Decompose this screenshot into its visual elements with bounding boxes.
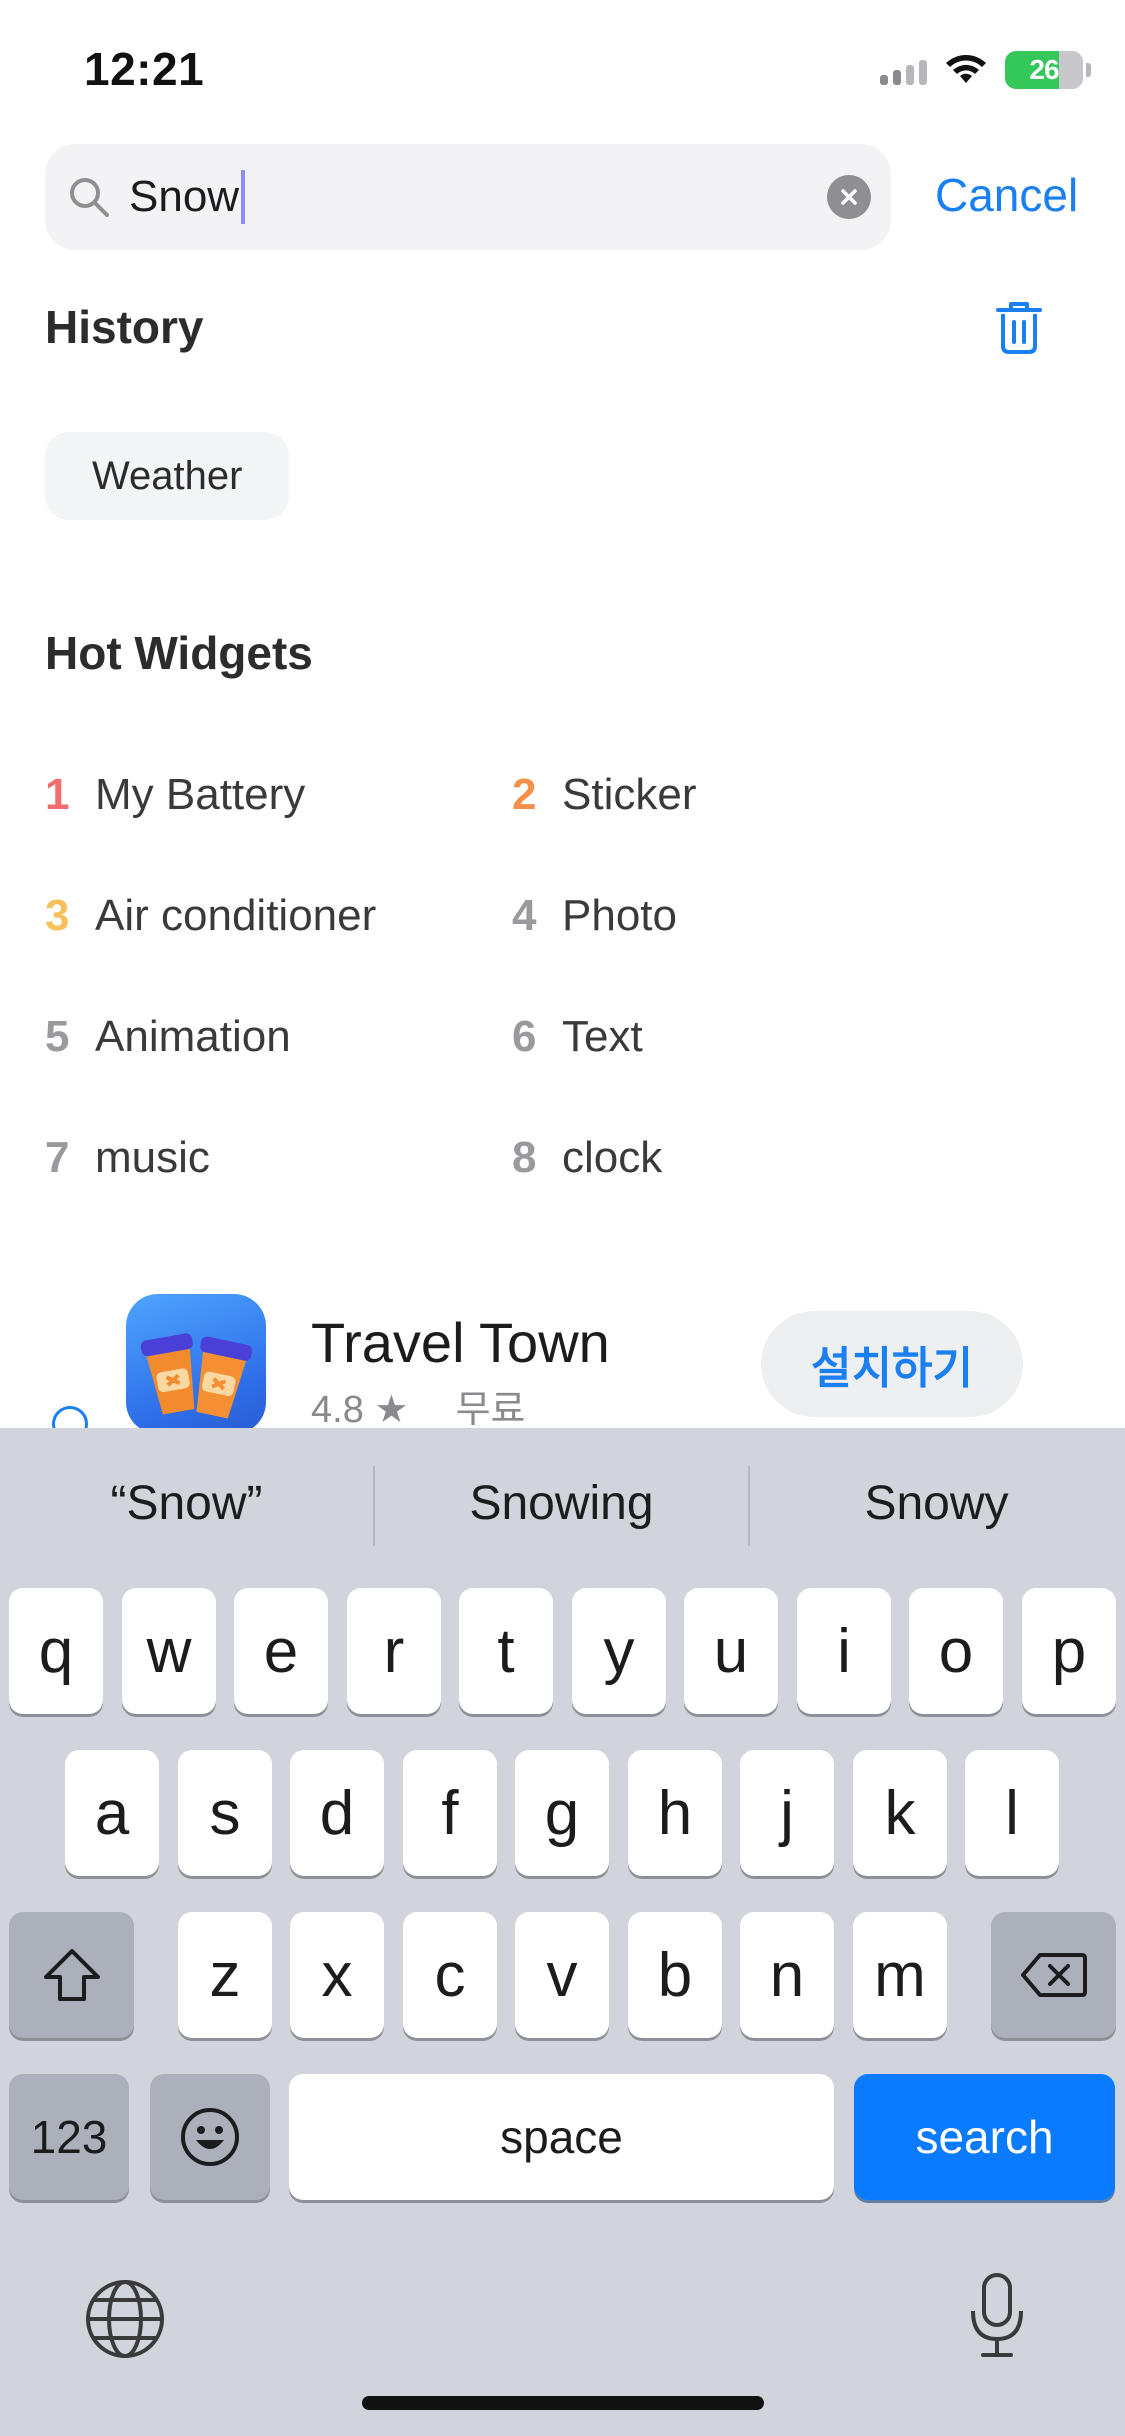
key-y[interactable]: y [572,1588,666,1714]
key-c[interactable]: c [403,1912,497,2038]
key-u[interactable]: u [684,1588,778,1714]
ad-price: 무료 [455,1389,526,1431]
text-caret [241,170,246,224]
wifi-icon [946,55,986,83]
rank-number: 5 [45,1012,70,1061]
key-b[interactable]: b [628,1912,722,2038]
keyboard: “Snow” Snowing Snowy q w e r t y u i o p… [0,1428,1125,2436]
numbers-key[interactable]: 123 [9,2074,129,2200]
hot-widget-label: Text [562,1012,643,1061]
globe-icon[interactable] [84,2278,166,2360]
status-bar: 12:21 26 [0,0,1125,135]
hot-widget-label: music [95,1133,210,1182]
key-v[interactable]: v [515,1912,609,2038]
rank-number: 1 [45,770,70,819]
backspace-icon [1020,1953,1087,1997]
search-icon [70,178,109,217]
cancel-button[interactable]: Cancel [935,168,1078,222]
hot-widgets-title: Hot Widgets [45,627,313,679]
key-k[interactable]: k [853,1750,947,1876]
battery-icon: 26 [1005,51,1091,89]
key-t[interactable]: t [459,1588,553,1714]
hot-widget-item[interactable]: 7 music [45,1133,210,1183]
search-query: Snow [129,172,240,221]
hot-widget-label: Sticker [562,770,697,819]
hot-widget-label: Air conditioner [95,891,377,940]
hot-widget-label: My Battery [95,770,306,819]
home-indicator [362,2396,764,2410]
suggestion-item[interactable]: Snowing [375,1476,748,1531]
key-o[interactable]: o [909,1588,1003,1714]
delete-key[interactable] [991,1912,1116,2038]
hot-widget-item[interactable]: 6 Text [512,1012,643,1062]
search-key[interactable]: search [854,2074,1115,2200]
cellular-signal-icon [880,55,927,85]
emoji-key[interactable] [150,2074,270,2200]
ad-meta: 4.8 ★ 무료 [311,1378,526,1433]
close-icon [841,189,857,205]
rank-number: 8 [512,1133,537,1182]
rank-number: 4 [512,891,537,940]
shift-icon [43,1949,100,2001]
key-q[interactable]: q [9,1588,103,1714]
history-chip[interactable]: Weather [45,432,290,520]
travel-town-app-icon[interactable] [126,1294,266,1434]
key-g[interactable]: g [515,1750,609,1876]
key-r[interactable]: r [347,1588,441,1714]
key-e[interactable]: e [234,1588,328,1714]
hot-widget-item[interactable]: 1 My Battery [45,770,305,820]
trash-icon[interactable] [994,300,1044,356]
key-h[interactable]: h [628,1750,722,1876]
key-a[interactable]: a [65,1750,159,1876]
install-button[interactable]: 설치하기 [761,1311,1023,1417]
space-key[interactable]: space [289,2074,834,2200]
rank-number: 3 [45,891,70,940]
key-d[interactable]: d [290,1750,384,1876]
rank-number: 6 [512,1012,537,1061]
rank-number: 2 [512,770,537,819]
key-p[interactable]: p [1022,1588,1116,1714]
hot-widget-label: Animation [95,1012,291,1061]
hot-widget-item[interactable]: 4 Photo [512,891,677,941]
microphone-icon[interactable] [967,2271,1027,2361]
search-input[interactable]: Snow [129,170,246,224]
suggestion-item[interactable]: “Snow” [0,1476,373,1531]
suggestion-item[interactable]: Snowy [750,1476,1123,1531]
ad-app-name[interactable]: Travel Town [311,1310,610,1375]
history-title: History [45,301,204,353]
status-time: 12:21 [84,43,205,95]
key-i[interactable]: i [797,1588,891,1714]
suggestion-bar: “Snow” Snowing Snowy [0,1428,1125,1583]
key-w[interactable]: w [122,1588,216,1714]
key-j[interactable]: j [740,1750,834,1876]
hot-widget-item[interactable]: 3 Air conditioner [45,891,376,941]
battery-level: 26 [1029,54,1059,85]
key-z[interactable]: z [178,1912,272,2038]
emoji-icon [181,2108,239,2166]
hot-widget-item[interactable]: 5 Animation [45,1012,291,1062]
hot-widget-label: clock [562,1133,663,1182]
shift-key[interactable] [9,1912,134,2038]
key-s[interactable]: s [178,1750,272,1876]
status-icons: 26 [880,48,1091,92]
hot-widget-item[interactable]: 8 clock [512,1133,662,1183]
hot-widget-item[interactable]: 2 Sticker [512,770,696,820]
key-n[interactable]: n [740,1912,834,2038]
key-x[interactable]: x [290,1912,384,2038]
search-field[interactable]: Snow [45,144,891,250]
ad-rating: 4.8 ★ [311,1389,409,1431]
key-m[interactable]: m [853,1912,947,2038]
key-l[interactable]: l [965,1750,1059,1876]
hot-widget-label: Photo [562,891,677,940]
key-f[interactable]: f [403,1750,497,1876]
clear-search-button[interactable] [827,175,871,219]
rank-number: 7 [45,1133,70,1182]
